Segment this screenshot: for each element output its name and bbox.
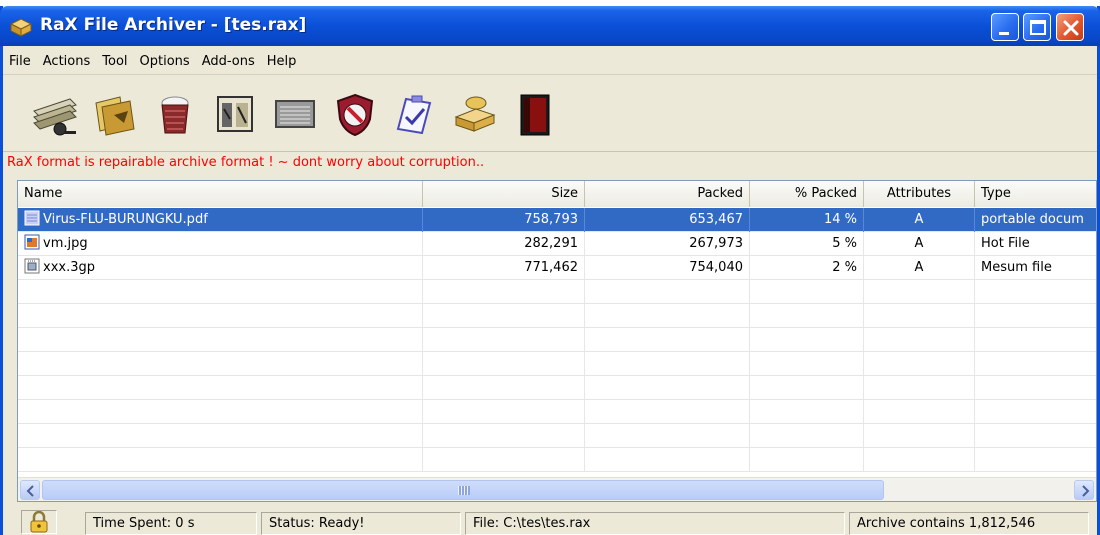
column-header-name[interactable]: Name — [18, 181, 423, 207]
empty-row — [18, 280, 1096, 304]
cell-attributes: A — [864, 232, 975, 256]
wizard-icon[interactable] — [445, 84, 505, 144]
file-name: Virus-FLU-BURUNGKU.pdf — [43, 212, 208, 227]
cell-size: 758,793 — [423, 208, 585, 232]
app-icon — [9, 15, 33, 37]
scroll-right-button[interactable] — [1074, 480, 1094, 500]
scroll-thumb[interactable] — [42, 480, 884, 500]
cell-name: xxx.3gp — [18, 256, 423, 280]
menu-add-ons[interactable]: Add-ons — [196, 51, 261, 73]
table-row[interactable]: vm.jpg 282,291 267,973 5 % A Hot File — [18, 232, 1096, 256]
empty-row — [18, 328, 1096, 352]
menu-actions[interactable]: Actions — [37, 51, 97, 73]
file-name: vm.jpg — [43, 236, 88, 251]
cell-packed: 653,467 — [585, 208, 750, 232]
empty-row — [18, 352, 1096, 376]
cell-attributes: A — [864, 208, 975, 232]
cell-name: vm.jpg — [18, 232, 423, 256]
file-name: xxx.3gp — [43, 260, 95, 275]
horizontal-scrollbar[interactable] — [18, 477, 1096, 501]
extract-icon[interactable] — [205, 84, 265, 144]
image-file-icon — [24, 234, 40, 250]
close-button[interactable] — [1056, 13, 1084, 41]
empty-row — [18, 304, 1096, 328]
column-header-type[interactable]: Type — [975, 181, 1096, 207]
table-row[interactable]: Virus-FLU-BURUNGKU.pdf 758,793 653,467 1… — [18, 208, 1096, 232]
open-archive-icon[interactable] — [85, 84, 145, 144]
menu-bar: File Actions Tool Options Add-ons Help — [3, 49, 1097, 75]
toolbar — [3, 76, 1097, 152]
status-bar: Time Spent: 0 s Status: Ready! File: C:\… — [3, 509, 1097, 535]
cell-size: 771,462 — [423, 256, 585, 280]
file-list[interactable]: Name Size Packed % Packed Attributes Typ… — [17, 180, 1097, 502]
view-icon[interactable] — [265, 84, 325, 144]
cell-size: 282,291 — [423, 232, 585, 256]
cell-attributes: A — [864, 256, 975, 280]
status-text: Status: Ready! — [261, 512, 461, 535]
pdf-file-icon — [24, 210, 40, 226]
cell-packed: 754,040 — [585, 256, 750, 280]
list-header: Name Size Packed % Packed Attributes Typ… — [18, 181, 1096, 207]
notice-text: RaX format is repairable archive format … — [7, 155, 485, 170]
file-path: File: C:\tes\tes.rax — [465, 512, 845, 535]
list-rows: Virus-FLU-BURUNGKU.pdf 758,793 653,467 1… — [18, 208, 1096, 472]
title-bar[interactable]: RaX File Archiver - [tes.rax] — [0, 6, 1100, 46]
app-window: RaX File Archiver - [tes.rax] File Actio… — [0, 6, 1100, 535]
empty-row — [18, 400, 1096, 424]
cell-pct-packed: 2 % — [750, 256, 864, 280]
cell-name: Virus-FLU-BURUNGKU.pdf — [18, 208, 423, 232]
table-row[interactable]: xxx.3gp 771,462 754,040 2 % A Mesum file — [18, 256, 1096, 280]
empty-row — [18, 424, 1096, 448]
menu-tool[interactable]: Tool — [96, 51, 133, 73]
add-files-icon[interactable] — [145, 84, 205, 144]
cell-type: portable docum — [975, 208, 1096, 232]
empty-row — [18, 376, 1096, 400]
column-header-size[interactable]: Size — [423, 181, 585, 207]
column-header-pct-packed[interactable]: % Packed — [750, 181, 864, 207]
window-title: RaX File Archiver - [tes.rax] — [40, 15, 307, 35]
column-header-packed[interactable]: Packed — [585, 181, 750, 207]
cell-type: Mesum file — [975, 256, 1096, 280]
cell-type: Hot File — [975, 232, 1096, 256]
cell-pct-packed: 5 % — [750, 232, 864, 256]
empty-row — [18, 448, 1096, 472]
menu-options[interactable]: Options — [134, 51, 196, 73]
cell-pct-packed: 14 % — [750, 208, 864, 232]
exit-icon[interactable] — [505, 84, 565, 144]
test-icon[interactable] — [385, 84, 445, 144]
virus-scan-icon[interactable] — [325, 84, 385, 144]
video-file-icon — [24, 258, 40, 274]
cell-packed: 267,973 — [585, 232, 750, 256]
minimize-button[interactable] — [991, 13, 1019, 41]
new-archive-icon[interactable] — [25, 84, 85, 144]
menu-help[interactable]: Help — [261, 51, 303, 73]
lock-icon — [21, 510, 57, 534]
maximize-button[interactable] — [1023, 13, 1051, 41]
scroll-left-button[interactable] — [20, 480, 40, 500]
time-spent: Time Spent: 0 s — [85, 512, 257, 535]
archive-info: Archive contains 1,812,546 — [849, 512, 1089, 535]
column-header-attributes[interactable]: Attributes — [864, 181, 975, 207]
scroll-grip-icon — [458, 486, 470, 495]
menu-file[interactable]: File — [3, 51, 37, 73]
